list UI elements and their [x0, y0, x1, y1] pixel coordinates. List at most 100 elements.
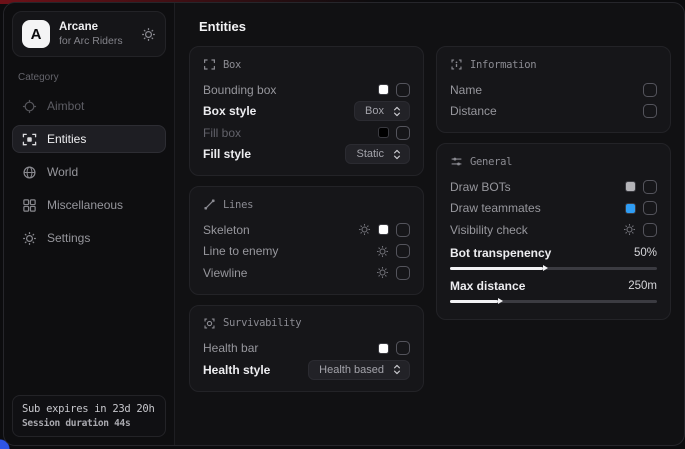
chevron-updown-icon — [392, 363, 402, 376]
sidebar-item-aimbot[interactable]: Aimbot — [12, 92, 166, 120]
panel-survivability: Survivability Health bar Health style — [189, 305, 424, 392]
sidebar-item-world[interactable]: World — [12, 158, 166, 186]
page-title: Entities — [199, 19, 671, 34]
sidebar-item-entities[interactable]: Entities — [12, 125, 166, 153]
category-label: Category — [18, 72, 160, 83]
setting-row-fill-style: Fill style Static — [203, 144, 410, 166]
setting-label: Max distance — [450, 279, 628, 293]
slider-group-bot-transparency: Bot transpenency 50% — [450, 243, 657, 270]
panel-box: Box Bounding box Box style Box — [189, 46, 424, 176]
setting-row-distance: Distance — [450, 101, 657, 123]
viewline-checkbox[interactable] — [396, 266, 410, 280]
sidebar-item-label: Entities — [47, 132, 86, 146]
dropdown-value: Box — [365, 105, 384, 117]
box-style-dropdown[interactable]: Box — [354, 101, 410, 121]
crosshair-icon — [22, 99, 37, 114]
sidebar-item-label: Aimbot — [47, 99, 84, 113]
gear-icon[interactable] — [623, 223, 636, 236]
dropdown-value: Health based — [319, 364, 384, 376]
app-subtitle: for Arc Riders — [59, 35, 132, 48]
sidebar: A Arcane for Arc Riders Category Aimbot … — [4, 3, 175, 445]
gear-icon[interactable] — [376, 245, 389, 258]
setting-label: Skeleton — [203, 223, 358, 237]
color-swatch[interactable] — [378, 343, 389, 354]
app-window: A Arcane for Arc Riders Category Aimbot … — [3, 2, 685, 446]
setting-label: Health bar — [203, 341, 378, 355]
setting-label: Visibility check — [450, 223, 623, 237]
session-duration-text: Session duration 44s — [22, 418, 156, 429]
sidebar-item-settings[interactable]: Settings — [12, 224, 166, 252]
setting-row-box-style: Box style Box — [203, 101, 410, 123]
chevron-updown-icon — [392, 105, 402, 118]
setting-label: Draw teammates — [450, 201, 625, 215]
panel-header-label: Information — [470, 59, 536, 71]
panel-header-label: Box — [223, 59, 241, 71]
fill-style-dropdown[interactable]: Static — [345, 144, 410, 164]
gear-icon[interactable] — [376, 266, 389, 279]
setting-row-viewline: Viewline — [203, 262, 410, 284]
color-swatch[interactable] — [378, 224, 389, 235]
setting-row-draw-bots: Draw BOTs — [450, 176, 657, 198]
main-content: Entities Box Bounding box — [175, 3, 684, 445]
distance-checkbox[interactable] — [643, 104, 657, 118]
health-bar-checkbox[interactable] — [396, 341, 410, 355]
information-icon — [450, 58, 463, 71]
setting-row-skeleton: Skeleton — [203, 219, 410, 241]
sidebar-item-label: World — [47, 165, 78, 179]
panel-header-label: Survivability — [223, 317, 301, 329]
health-style-dropdown[interactable]: Health based — [308, 360, 410, 380]
setting-label: Health style — [203, 363, 308, 377]
name-checkbox[interactable] — [643, 83, 657, 97]
draw-teammates-checkbox[interactable] — [643, 201, 657, 215]
visibility-check-checkbox[interactable] — [643, 223, 657, 237]
app-header-card: A Arcane for Arc Riders — [12, 11, 166, 57]
setting-row-health-bar: Health bar — [203, 338, 410, 360]
setting-label: Name — [450, 83, 643, 97]
setting-row-bounding-box: Bounding box — [203, 79, 410, 101]
setting-label: Fill box — [203, 126, 378, 140]
panel-lines: Lines Skeleton Line to enemy — [189, 186, 424, 295]
setting-label: Box style — [203, 104, 354, 118]
sidebar-item-miscellaneous[interactable]: Miscellaneous — [12, 191, 166, 219]
app-title: Arcane — [59, 21, 132, 35]
setting-label: Bounding box — [203, 83, 378, 97]
globe-icon — [22, 165, 37, 180]
dropdown-value: Static — [356, 148, 384, 160]
color-swatch[interactable] — [378, 127, 389, 138]
scan-box-icon — [22, 132, 37, 147]
setting-label: Line to enemy — [203, 244, 376, 258]
survivability-icon — [203, 317, 216, 330]
panel-header-label: Lines — [223, 199, 253, 211]
panel-information: Information Name Distance — [436, 46, 671, 133]
setting-label: Distance — [450, 104, 643, 118]
setting-row-draw-teammates: Draw teammates — [450, 198, 657, 220]
line-to-enemy-checkbox[interactable] — [396, 244, 410, 258]
color-swatch[interactable] — [625, 203, 636, 214]
setting-label: Draw BOTs — [450, 180, 625, 194]
sliders-icon — [450, 155, 463, 168]
sub-expiry-text: Sub expires in 23d 20h — [22, 403, 156, 415]
max-distance-slider[interactable] — [450, 300, 657, 303]
bot-transparency-slider[interactable] — [450, 267, 657, 270]
chevron-updown-icon — [392, 148, 402, 161]
draw-bots-checkbox[interactable] — [643, 180, 657, 194]
sidebar-item-label: Settings — [47, 231, 90, 245]
setting-row-name: Name — [450, 79, 657, 101]
slider-fill[interactable] — [450, 300, 498, 303]
panel-general: General Draw BOTs Draw teammates — [436, 143, 671, 320]
gear-icon[interactable] — [141, 27, 156, 42]
setting-label: Viewline — [203, 266, 376, 280]
slider-value: 250m — [628, 280, 657, 292]
color-swatch[interactable] — [378, 84, 389, 95]
bounding-box-checkbox[interactable] — [396, 83, 410, 97]
gear-icon — [22, 231, 37, 246]
fill-box-checkbox[interactable] — [396, 126, 410, 140]
setting-label: Fill style — [203, 147, 345, 161]
color-swatch[interactable] — [625, 181, 636, 192]
skeleton-checkbox[interactable] — [396, 223, 410, 237]
sidebar-item-label: Miscellaneous — [47, 198, 123, 212]
slider-fill[interactable] — [450, 267, 543, 270]
grid-icon — [22, 198, 37, 213]
app-logo: A — [22, 20, 50, 48]
gear-icon[interactable] — [358, 223, 371, 236]
